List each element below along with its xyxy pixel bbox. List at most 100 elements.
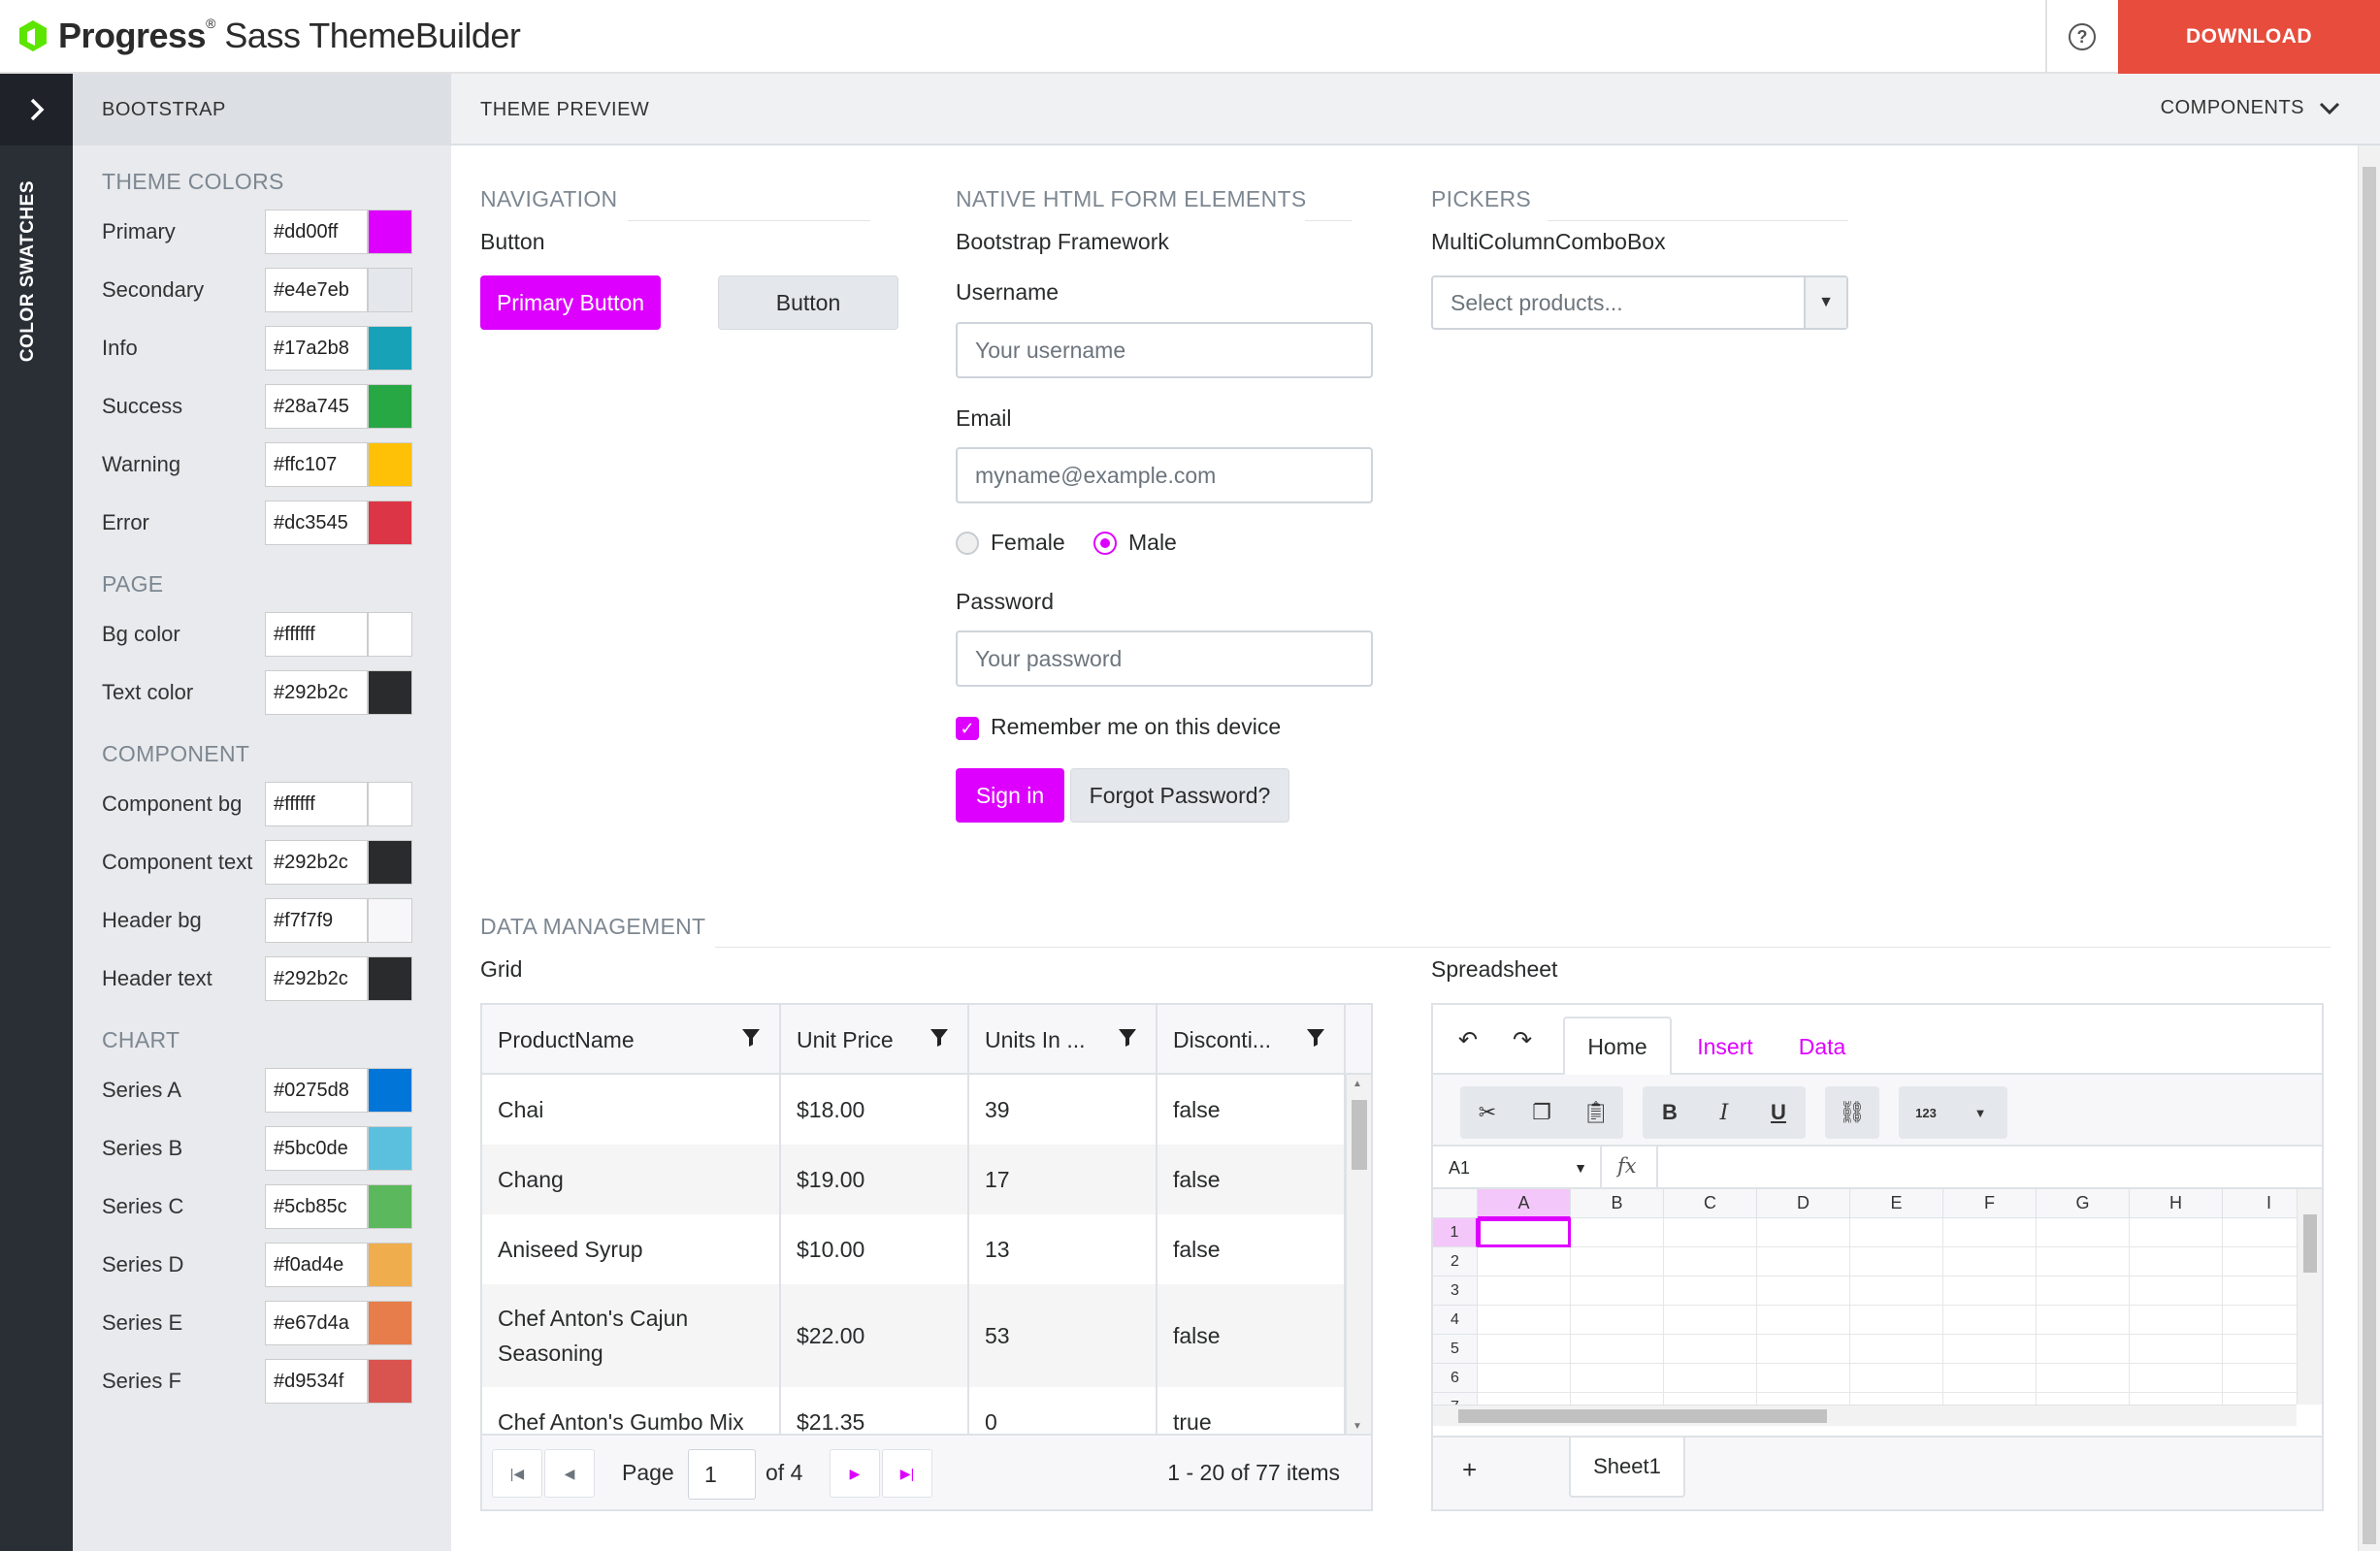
swatch-hex-input[interactable]: #e67d4a	[265, 1301, 368, 1345]
row-header[interactable]: 1	[1433, 1218, 1478, 1247]
sheet-cell[interactable]	[2130, 1335, 2223, 1364]
swatch-hex-input[interactable]: #d9534f	[265, 1359, 368, 1404]
sheet-cell[interactable]	[2223, 1306, 2297, 1335]
row-header[interactable]: 3	[1433, 1276, 1478, 1306]
sheet-cell[interactable]	[1478, 1218, 1571, 1247]
grid-column-header[interactable]: Unit Price	[781, 1005, 969, 1075]
color-swatch-button[interactable]	[368, 326, 412, 371]
select-all-corner[interactable]	[1433, 1189, 1478, 1218]
column-header[interactable]: B	[1571, 1189, 1664, 1218]
next-page-button[interactable]: ▶	[830, 1449, 880, 1498]
sheet-cell[interactable]	[2037, 1276, 2130, 1306]
sheet-cell[interactable]	[1478, 1306, 1571, 1335]
filter-icon[interactable]	[929, 1026, 950, 1048]
sheet-cell[interactable]	[2223, 1247, 2297, 1276]
color-swatches-tab[interactable]: COLOR SWATCHES	[17, 180, 39, 433]
row-header[interactable]: 5	[1433, 1335, 1478, 1364]
sheet-cell[interactable]	[1664, 1393, 1757, 1405]
sheet-cell[interactable]	[1943, 1335, 2037, 1364]
column-header[interactable]: E	[1850, 1189, 1943, 1218]
cut-icon[interactable]: ✂	[1460, 1086, 1515, 1139]
male-radio[interactable]	[1093, 532, 1117, 555]
remember-checkbox[interactable]: ✓	[956, 717, 979, 740]
color-swatch-button[interactable]	[368, 1184, 412, 1229]
sheet-cell[interactable]	[1571, 1306, 1664, 1335]
female-radio[interactable]	[956, 532, 979, 555]
sheet-cell[interactable]	[1478, 1335, 1571, 1364]
number-format-dropdown[interactable]: 123 ▼	[1899, 1086, 2007, 1139]
swatch-hex-input[interactable]: #5cb85c	[265, 1184, 368, 1229]
sheet-cell[interactable]	[1943, 1306, 2037, 1335]
bold-icon[interactable]: B	[1643, 1086, 1697, 1139]
grid-column-header[interactable]: Disconti...	[1157, 1005, 1346, 1075]
underline-icon[interactable]: U	[1751, 1086, 1806, 1139]
copy-icon[interactable]: ❐	[1515, 1086, 1569, 1139]
column-header[interactable]: C	[1664, 1189, 1757, 1218]
sheet-cell[interactable]	[1571, 1218, 1664, 1247]
color-swatch-button[interactable]	[368, 1126, 412, 1171]
color-swatch-button[interactable]	[368, 442, 412, 487]
redo-icon[interactable]: ↷	[1513, 1026, 1532, 1054]
italic-icon[interactable]: I	[1697, 1086, 1751, 1139]
secondary-button[interactable]: Button	[718, 275, 898, 330]
color-swatch-button[interactable]	[368, 268, 412, 312]
sheet-hscroll-thumb[interactable]	[1458, 1409, 1827, 1423]
color-swatch-button[interactable]	[368, 670, 412, 715]
sign-in-button[interactable]: Sign in	[956, 768, 1064, 823]
sheet-cell[interactable]	[1943, 1276, 2037, 1306]
add-sheet-button[interactable]: +	[1462, 1455, 1477, 1485]
sheet-cell[interactable]	[1664, 1247, 1757, 1276]
components-dropdown[interactable]: COMPONENTS	[2161, 97, 2341, 119]
swatch-hex-input[interactable]: #5bc0de	[265, 1126, 368, 1171]
sheet-cell[interactable]	[2130, 1393, 2223, 1405]
sheet-cell[interactable]	[2223, 1335, 2297, 1364]
sheet-cell[interactable]	[1757, 1364, 1850, 1393]
first-page-button[interactable]: |◀	[492, 1449, 542, 1498]
swatch-hex-input[interactable]: #f0ad4e	[265, 1243, 368, 1287]
sheet-cell[interactable]	[1664, 1335, 1757, 1364]
color-swatch-button[interactable]	[368, 956, 412, 1001]
column-header[interactable]: G	[2037, 1189, 2130, 1218]
sheet-cell[interactable]	[2223, 1276, 2297, 1306]
row-header[interactable]: 4	[1433, 1306, 1478, 1335]
sheet-cell[interactable]	[2223, 1364, 2297, 1393]
email-input[interactable]: myname@example.com	[956, 447, 1373, 503]
swatch-hex-input[interactable]: #292b2c	[265, 670, 368, 715]
sheet-cell[interactable]	[1943, 1393, 2037, 1405]
column-header[interactable]: F	[1943, 1189, 2037, 1218]
sheet-cell[interactable]	[1478, 1393, 1571, 1405]
column-header[interactable]: A	[1478, 1189, 1571, 1218]
color-swatch-button[interactable]	[368, 898, 412, 943]
swatch-hex-input[interactable]: #e4e7eb	[265, 268, 368, 312]
sheet-cell[interactable]	[1664, 1364, 1757, 1393]
sheet-cell[interactable]	[1850, 1247, 1943, 1276]
sheet-cell[interactable]	[1757, 1335, 1850, 1364]
grid-column-header[interactable]: Units In ...	[969, 1005, 1157, 1075]
sheet-cell[interactable]	[2130, 1306, 2223, 1335]
multicolumn-combobox[interactable]: Select products... ▼	[1431, 275, 1848, 330]
tab-data[interactable]: Data	[1778, 1017, 1866, 1077]
swatch-hex-input[interactable]: #292b2c	[265, 956, 368, 1001]
sheet-cell[interactable]	[2037, 1306, 2130, 1335]
sheet-cell[interactable]	[1664, 1306, 1757, 1335]
color-swatch-button[interactable]	[368, 384, 412, 429]
sheet-cell[interactable]	[1850, 1218, 1943, 1247]
column-header[interactable]: D	[1757, 1189, 1850, 1218]
sheet-cell[interactable]	[1571, 1393, 1664, 1405]
filter-icon[interactable]	[740, 1026, 762, 1048]
row-header[interactable]: 2	[1433, 1247, 1478, 1276]
sheet-cell[interactable]	[1850, 1306, 1943, 1335]
username-input[interactable]: Your username	[956, 322, 1373, 378]
sheet-cell[interactable]	[1664, 1218, 1757, 1247]
sheet-cell[interactable]	[1943, 1247, 2037, 1276]
sheet-cell[interactable]	[2037, 1393, 2130, 1405]
table-row[interactable]: Chef Anton's Cajun Seasoning $22.00 53 fals…	[482, 1284, 1346, 1387]
sheet-hscrollbar[interactable]	[1433, 1405, 2297, 1426]
sheet-cell[interactable]	[1850, 1393, 1943, 1405]
logo[interactable]: Progress® Sass ThemeBuilder	[14, 16, 521, 56]
sheet-cell[interactable]	[1478, 1364, 1571, 1393]
sheet-cell[interactable]	[1757, 1276, 1850, 1306]
primary-button[interactable]: Primary Button	[480, 275, 661, 330]
tab-home[interactable]: Home	[1563, 1017, 1672, 1077]
swatch-hex-input[interactable]: #0275d8	[265, 1068, 368, 1113]
